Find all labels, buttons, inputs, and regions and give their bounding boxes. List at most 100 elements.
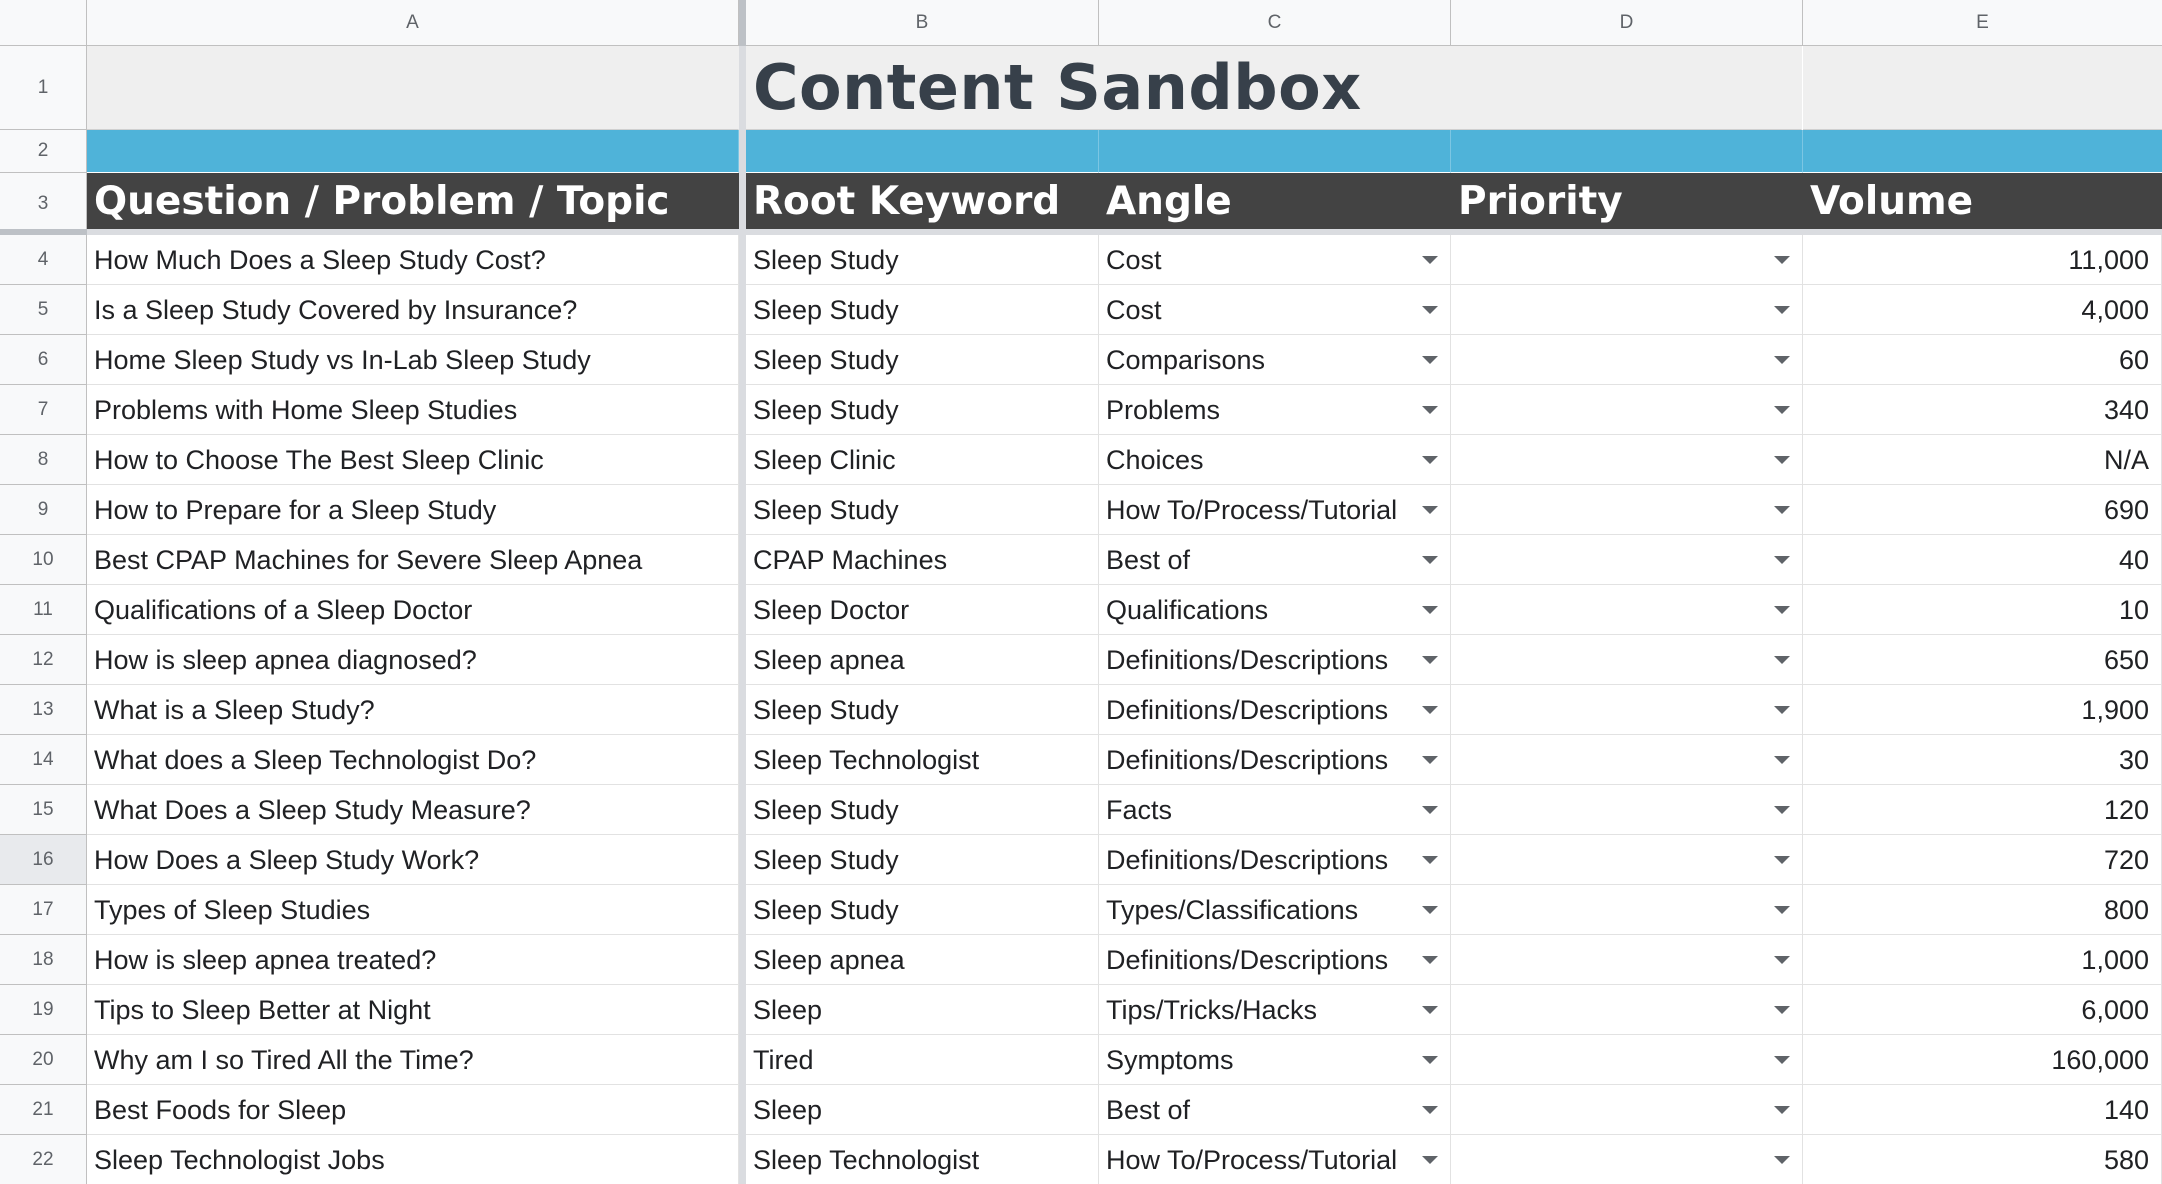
angle-dropdown-cell[interactable]: Definitions/Descriptions xyxy=(1099,935,1451,985)
header-volume[interactable]: Volume xyxy=(1803,173,2162,229)
angle-dropdown-cell[interactable]: Facts xyxy=(1099,785,1451,835)
root-keyword-cell[interactable]: Sleep Clinic xyxy=(746,435,1099,485)
dropdown-arrow-icon[interactable] xyxy=(1774,456,1790,464)
row-number[interactable]: 7 xyxy=(0,385,87,435)
volume-cell[interactable]: 720 xyxy=(1803,835,2162,885)
root-keyword-cell[interactable]: Sleep Doctor xyxy=(746,585,1099,635)
topic-cell[interactable]: Tips to Sleep Better at Night xyxy=(87,985,739,1035)
topic-cell[interactable]: Problems with Home Sleep Studies xyxy=(87,385,739,435)
priority-dropdown-cell[interactable] xyxy=(1451,285,1803,335)
dropdown-arrow-icon[interactable] xyxy=(1422,506,1438,514)
angle-dropdown-cell[interactable]: Comparisons xyxy=(1099,335,1451,385)
root-keyword-cell[interactable]: Sleep apnea xyxy=(746,635,1099,685)
root-keyword-cell[interactable]: Sleep xyxy=(746,1085,1099,1135)
row-number[interactable]: 16 xyxy=(0,835,87,885)
angle-dropdown-cell[interactable]: Tips/Tricks/Hacks xyxy=(1099,985,1451,1035)
volume-cell[interactable]: 120 xyxy=(1803,785,2162,835)
root-keyword-cell[interactable]: Sleep Study xyxy=(746,285,1099,335)
topic-cell[interactable]: Best CPAP Machines for Severe Sleep Apne… xyxy=(87,535,739,585)
priority-dropdown-cell[interactable] xyxy=(1451,585,1803,635)
priority-dropdown-cell[interactable] xyxy=(1451,485,1803,535)
priority-dropdown-cell[interactable] xyxy=(1451,385,1803,435)
angle-dropdown-cell[interactable]: Problems xyxy=(1099,385,1451,435)
priority-dropdown-cell[interactable] xyxy=(1451,1135,1803,1184)
row-number[interactable]: 12 xyxy=(0,635,87,685)
topic-cell[interactable]: What is a Sleep Study? xyxy=(87,685,739,735)
root-keyword-cell[interactable]: Sleep Technologist xyxy=(746,735,1099,785)
priority-dropdown-cell[interactable] xyxy=(1451,785,1803,835)
dropdown-arrow-icon[interactable] xyxy=(1774,606,1790,614)
topic-cell[interactable]: Types of Sleep Studies xyxy=(87,885,739,935)
dropdown-arrow-icon[interactable] xyxy=(1774,806,1790,814)
row-number[interactable]: 5 xyxy=(0,285,87,335)
row-number[interactable]: 9 xyxy=(0,485,87,535)
volume-cell[interactable]: 10 xyxy=(1803,585,2162,635)
select-all-corner[interactable] xyxy=(0,0,87,46)
priority-dropdown-cell[interactable] xyxy=(1451,335,1803,385)
priority-dropdown-cell[interactable] xyxy=(1451,885,1803,935)
frozen-row-handle[interactable] xyxy=(0,229,87,235)
dropdown-arrow-icon[interactable] xyxy=(1774,1006,1790,1014)
dropdown-arrow-icon[interactable] xyxy=(1422,406,1438,414)
volume-cell[interactable]: 4,000 xyxy=(1803,285,2162,335)
root-keyword-cell[interactable]: Sleep Technologist xyxy=(746,1135,1099,1184)
root-keyword-cell[interactable]: Sleep Study xyxy=(746,685,1099,735)
row-number[interactable]: 19 xyxy=(0,985,87,1035)
dropdown-arrow-icon[interactable] xyxy=(1422,306,1438,314)
dropdown-arrow-icon[interactable] xyxy=(1774,956,1790,964)
row-number[interactable]: 6 xyxy=(0,335,87,385)
dropdown-arrow-icon[interactable] xyxy=(1422,556,1438,564)
angle-dropdown-cell[interactable]: Cost xyxy=(1099,235,1451,285)
volume-cell[interactable]: 1,000 xyxy=(1803,935,2162,985)
root-keyword-cell[interactable]: Sleep apnea xyxy=(746,935,1099,985)
angle-dropdown-cell[interactable]: How To/Process/Tutorial xyxy=(1099,485,1451,535)
priority-dropdown-cell[interactable] xyxy=(1451,735,1803,785)
volume-cell[interactable]: 6,000 xyxy=(1803,985,2162,1035)
dropdown-arrow-icon[interactable] xyxy=(1774,406,1790,414)
root-keyword-cell[interactable]: Sleep Study xyxy=(746,835,1099,885)
dropdown-arrow-icon[interactable] xyxy=(1774,1106,1790,1114)
topic-cell[interactable]: How to Choose The Best Sleep Clinic xyxy=(87,435,739,485)
topic-cell[interactable]: How is sleep apnea diagnosed? xyxy=(87,635,739,685)
topic-cell[interactable]: How is sleep apnea treated? xyxy=(87,935,739,985)
row-number[interactable]: 18 xyxy=(0,935,87,985)
root-keyword-cell[interactable]: Sleep Study xyxy=(746,335,1099,385)
volume-cell[interactable]: 160,000 xyxy=(1803,1035,2162,1085)
dropdown-arrow-icon[interactable] xyxy=(1422,1056,1438,1064)
priority-dropdown-cell[interactable] xyxy=(1451,235,1803,285)
column-header-c[interactable]: C xyxy=(1099,0,1451,46)
frozen-column-handle[interactable] xyxy=(739,0,746,46)
root-keyword-cell[interactable]: CPAP Machines xyxy=(746,535,1099,585)
angle-dropdown-cell[interactable]: How To/Process/Tutorial xyxy=(1099,1135,1451,1184)
angle-dropdown-cell[interactable]: Definitions/Descriptions xyxy=(1099,685,1451,735)
row-number[interactable]: 10 xyxy=(0,535,87,585)
row-number[interactable]: 15 xyxy=(0,785,87,835)
volume-cell[interactable]: 140 xyxy=(1803,1085,2162,1135)
dropdown-arrow-icon[interactable] xyxy=(1422,756,1438,764)
angle-dropdown-cell[interactable]: Definitions/Descriptions xyxy=(1099,735,1451,785)
dropdown-arrow-icon[interactable] xyxy=(1422,1106,1438,1114)
dropdown-arrow-icon[interactable] xyxy=(1422,1156,1438,1164)
angle-dropdown-cell[interactable]: Best of xyxy=(1099,1085,1451,1135)
cell-e1[interactable] xyxy=(1803,46,2162,130)
volume-cell[interactable]: 60 xyxy=(1803,335,2162,385)
volume-cell[interactable]: 40 xyxy=(1803,535,2162,585)
priority-dropdown-cell[interactable] xyxy=(1451,435,1803,485)
priority-dropdown-cell[interactable] xyxy=(1451,985,1803,1035)
topic-cell[interactable]: Sleep Technologist Jobs xyxy=(87,1135,739,1184)
priority-dropdown-cell[interactable] xyxy=(1451,1085,1803,1135)
priority-dropdown-cell[interactable] xyxy=(1451,535,1803,585)
volume-cell[interactable]: 340 xyxy=(1803,385,2162,435)
cell-e2[interactable] xyxy=(1803,130,2162,173)
angle-dropdown-cell[interactable]: Cost xyxy=(1099,285,1451,335)
header-angle[interactable]: Angle xyxy=(1099,173,1451,229)
angle-dropdown-cell[interactable]: Definitions/Descriptions xyxy=(1099,835,1451,885)
root-keyword-cell[interactable]: Sleep Study xyxy=(746,885,1099,935)
column-header-a[interactable]: A xyxy=(87,0,739,46)
dropdown-arrow-icon[interactable] xyxy=(1422,1006,1438,1014)
row-number[interactable]: 3 xyxy=(0,173,87,235)
topic-cell[interactable]: Is a Sleep Study Covered by Insurance? xyxy=(87,285,739,335)
topic-cell[interactable]: What does a Sleep Technologist Do? xyxy=(87,735,739,785)
cell-c2[interactable] xyxy=(1099,130,1451,173)
dropdown-arrow-icon[interactable] xyxy=(1422,706,1438,714)
